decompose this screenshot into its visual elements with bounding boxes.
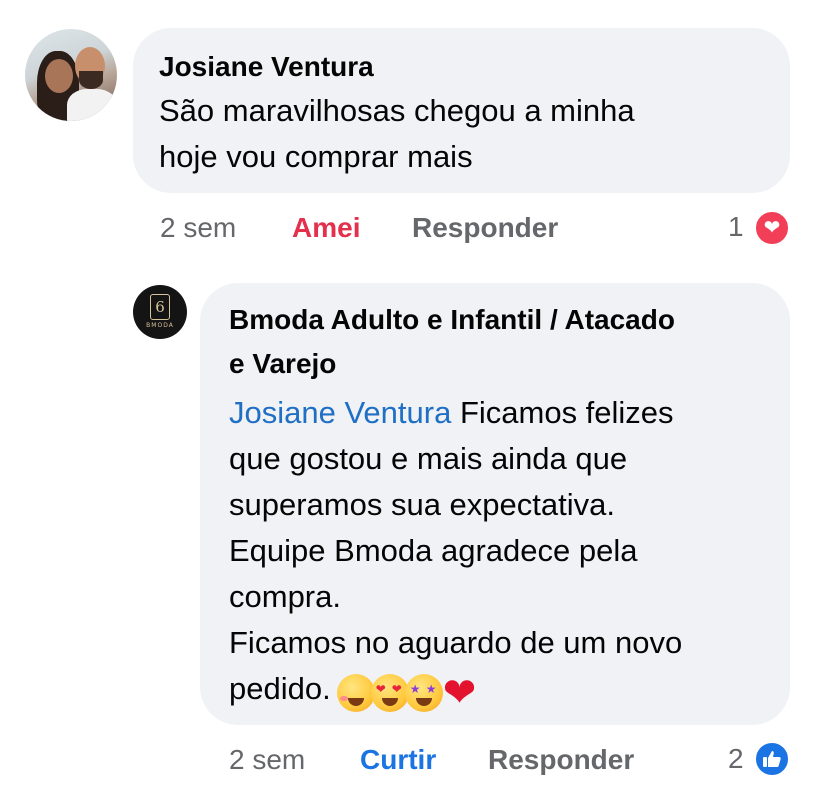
comment-timestamp[interactable]: 2 sem: [160, 208, 236, 248]
commenter-avatar[interactable]: [25, 29, 117, 121]
like-button[interactable]: Curtir: [360, 740, 436, 780]
heart-eyes-emoji: ❤ ❤: [370, 673, 409, 712]
star-struck-emoji: ★ ★: [404, 673, 443, 712]
smiling-face-with-hearts-emoji: [336, 673, 375, 712]
reply-text-block: Josiane Ventura Ficamos felizes que gost…: [229, 390, 774, 714]
red-heart-emoji: ❤: [442, 670, 477, 715]
reply-button[interactable]: Responder: [488, 740, 634, 780]
reaction-count[interactable]: 1: [728, 207, 744, 247]
bmoda-logo-icon: 6: [150, 294, 170, 320]
emoji-group: ❤ ❤ ★ ★ ❤: [336, 668, 477, 715]
comment-text: São maravilhosas chegou a minha hoje vou…: [159, 93, 635, 174]
reply-text: Ficamos felizes que gostou e mais ainda …: [229, 395, 683, 706]
mention-link[interactable]: Josiane Ventura: [229, 395, 451, 430]
comment-author[interactable]: Josiane Ventura: [159, 45, 374, 89]
love-reaction-button[interactable]: Amei: [292, 208, 360, 248]
reply-author[interactable]: Bmoda Adulto e Infantil / Atacado e Vare…: [229, 298, 769, 386]
page-avatar[interactable]: 6 BMODA: [133, 285, 187, 339]
reaction-count[interactable]: 2: [728, 739, 744, 779]
reply-timestamp[interactable]: 2 sem: [229, 740, 305, 780]
like-icon[interactable]: [754, 741, 790, 777]
avatar-logo-text: BMODA: [146, 322, 174, 329]
reply-button[interactable]: Responder: [412, 208, 558, 248]
heart-icon[interactable]: ❤: [754, 210, 790, 246]
